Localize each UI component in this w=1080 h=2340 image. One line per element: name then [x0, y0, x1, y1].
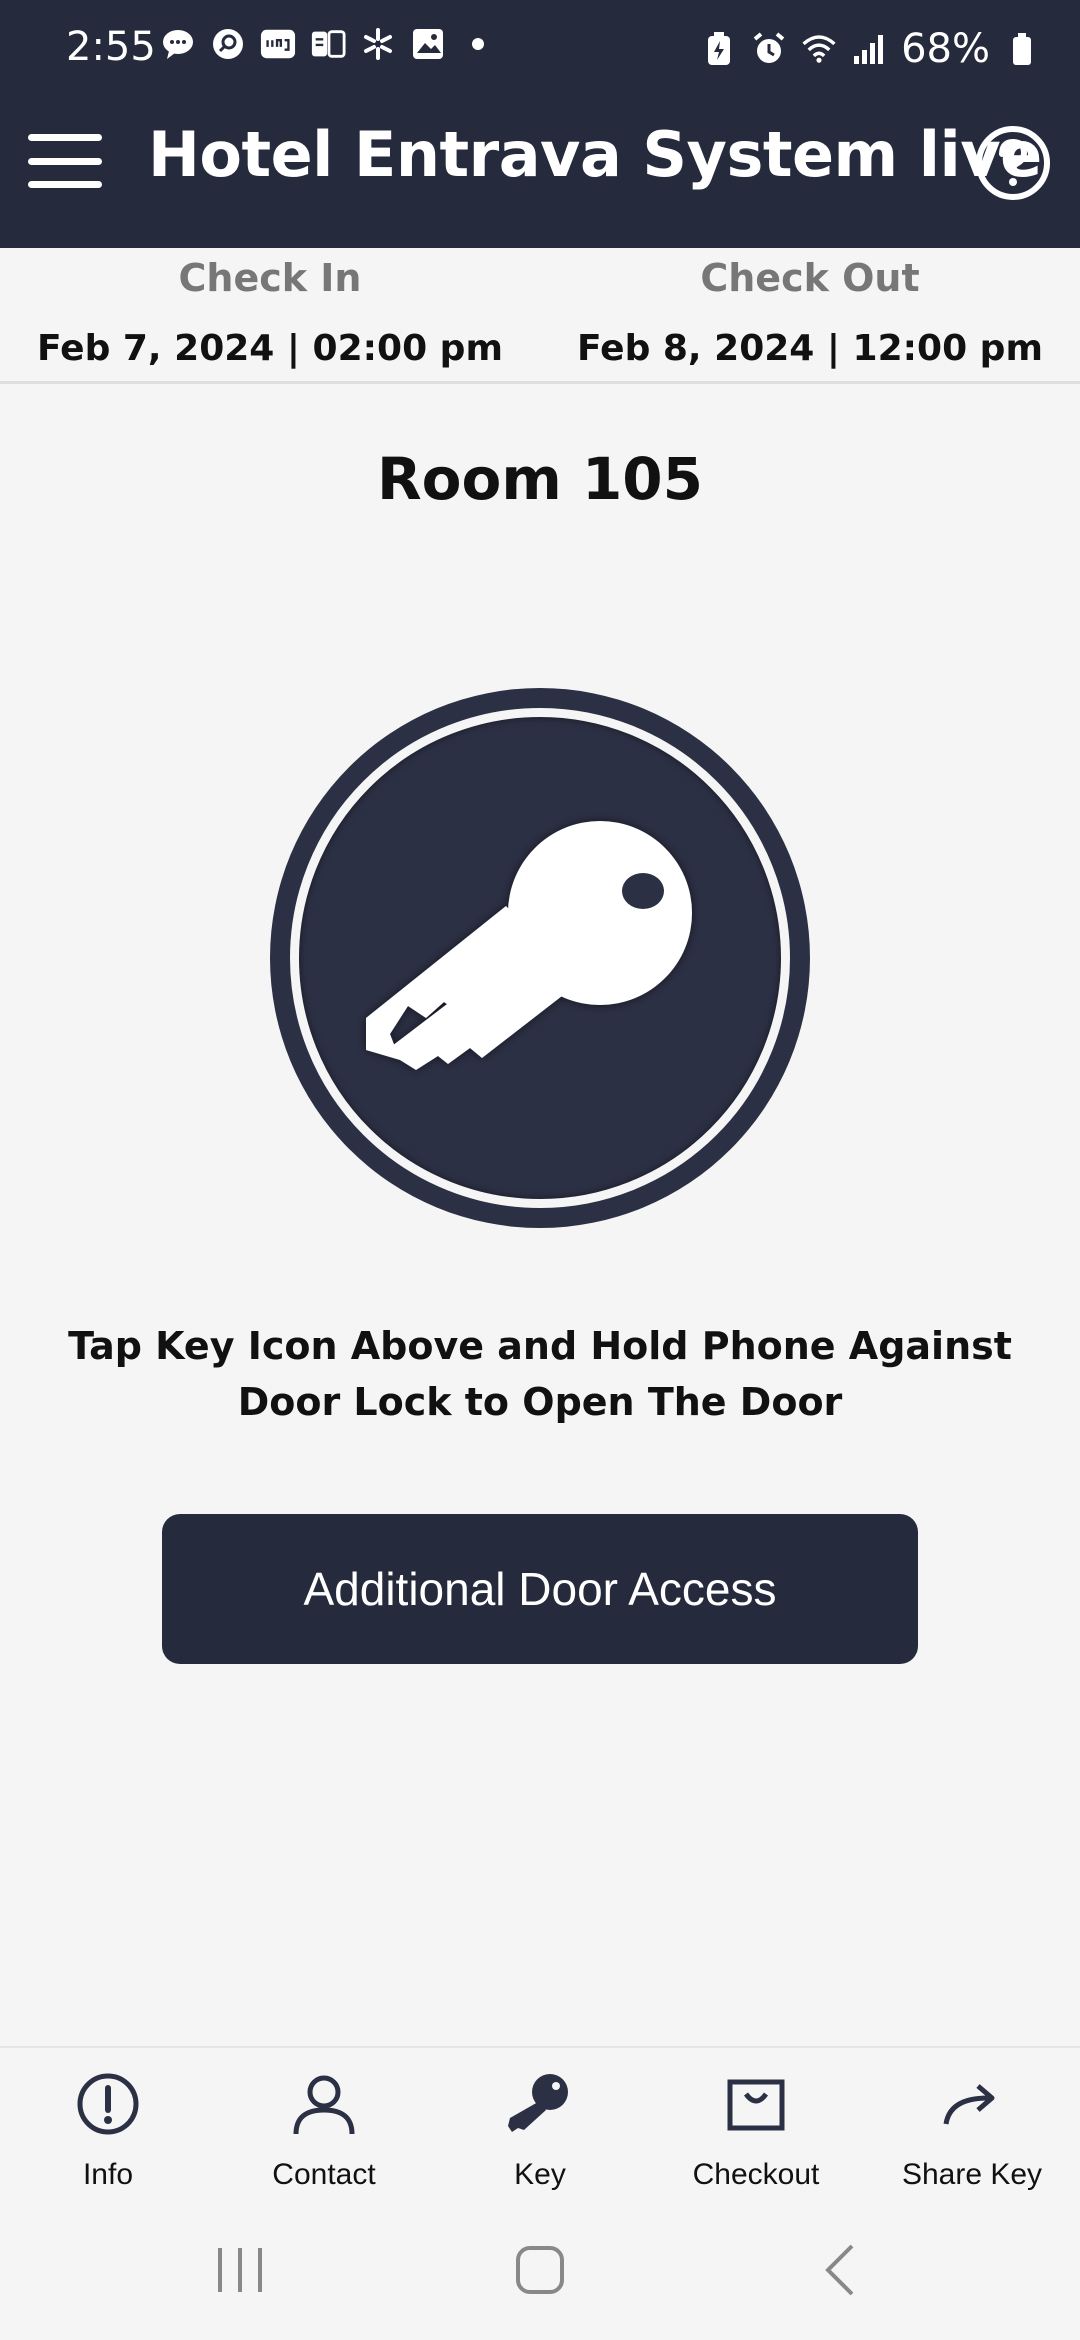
nav-info-label: Info [82, 2158, 134, 2191]
status-time: 2:55 [66, 24, 156, 70]
unlock-key-button[interactable] [270, 688, 810, 1228]
top-bar: 2:55 68% Hotel Entrava System live [0, 0, 1080, 248]
battery-icon [1004, 31, 1040, 67]
battery-percent: 68% [901, 26, 990, 72]
app-title: Hotel Entrava System live [148, 118, 1042, 191]
help-icon [976, 126, 1050, 200]
menu-button[interactable] [28, 124, 102, 198]
nav-contact-label: Contact [272, 2158, 376, 2191]
gallery-icon [410, 26, 446, 62]
nav-info[interactable]: Info [0, 2048, 216, 2198]
status-bar: 2:55 68% [0, 0, 1080, 96]
nav-share-key-label: Share Key [901, 2158, 1043, 2191]
ring-app-icon [260, 26, 296, 62]
nav-key-label: Key [514, 2158, 566, 2191]
search-app-icon [210, 26, 246, 62]
alarm-icon [751, 31, 787, 67]
nav-key[interactable]: Key [432, 2048, 648, 2198]
system-status-icons: 68% [701, 26, 1040, 72]
notification-icons [160, 26, 496, 62]
chat-icon [160, 26, 196, 62]
walmart-icon [360, 26, 396, 62]
back-icon[interactable] [812, 2240, 872, 2300]
person-icon [293, 2075, 355, 2135]
nav-checkout-label: Checkout [692, 2158, 820, 2191]
check-in: Check In Feb 7, 2024 | 02:00 pm [0, 248, 540, 369]
share-icon [943, 2084, 995, 2125]
nav-checkout[interactable]: Checkout [648, 2048, 864, 2198]
app-bar: Hotel Entrava System live [0, 96, 1080, 248]
messenger-app-icon [310, 26, 346, 62]
more-notifications-dot [460, 26, 496, 62]
check-out-value: Feb 8, 2024 | 12:00 pm [577, 328, 1043, 369]
help-button[interactable] [974, 124, 1052, 202]
nav-contact[interactable]: Contact [216, 2048, 432, 2198]
battery-saver-icon [701, 31, 737, 67]
key-icon [508, 2074, 568, 2132]
bag-icon [727, 2079, 785, 2131]
bottom-nav: Info Contact Key Checkout Share Key [0, 2046, 1080, 2196]
menu-icon-line [28, 157, 102, 165]
instructions-text: Tap Key Icon Above and Hold Phone Agains… [68, 1324, 1012, 1424]
additional-door-access-button[interactable]: Additional Door Access [162, 1514, 918, 1664]
menu-icon-line [28, 134, 102, 141]
check-in-value: Feb 7, 2024 | 02:00 pm [37, 328, 503, 369]
check-out-label: Check Out [700, 256, 920, 300]
check-out: Check Out Feb 8, 2024 | 12:00 pm [540, 248, 1080, 369]
home-icon[interactable] [510, 2240, 570, 2300]
check-in-label: Check In [178, 256, 362, 300]
system-navigation [0, 2196, 1080, 2340]
info-icon [77, 2073, 139, 2135]
recent-apps-icon[interactable] [210, 2240, 270, 2300]
room-title: Room 105 [376, 445, 704, 513]
menu-icon-line [28, 181, 102, 188]
wifi-icon [801, 31, 837, 67]
key-icon [366, 821, 692, 1070]
nav-share-key[interactable]: Share Key [864, 2048, 1080, 2198]
signal-icon [851, 31, 887, 67]
stay-dates: Check In Feb 7, 2024 | 02:00 pm Check Ou… [0, 248, 1080, 384]
